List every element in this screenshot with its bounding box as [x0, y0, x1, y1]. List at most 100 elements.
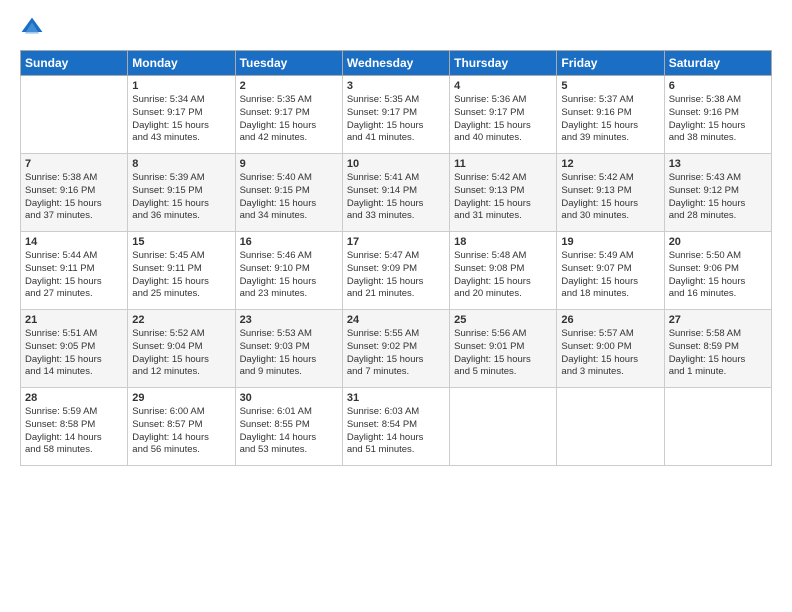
day-cell: 18 Sunrise: 5:48 AM Sunset: 9:08 PM Dayli… [450, 232, 557, 310]
day-number: 22 [132, 314, 230, 326]
day-info: Sunrise: 5:35 AM Sunset: 9:17 PM Dayligh… [347, 94, 445, 145]
day-cell: 17Sunrise: 5:47 AM Sunset: 9:09 PM Dayli… [342, 232, 449, 310]
day-number: 4 [454, 80, 552, 92]
header-row-days: SundayMondayTuesdayWednesdayThursdayFrid… [21, 51, 772, 76]
day-number: 7 [25, 158, 123, 170]
day-info: Sunrise: 5:55 AM Sunset: 9:02 PM Dayligh… [347, 328, 445, 379]
day-number: 26 [561, 314, 659, 326]
day-number: 19 [561, 236, 659, 248]
day-cell: 6Sunrise: 5:38 AM Sunset: 9:16 PM Daylig… [664, 76, 771, 154]
day-info: Sunrise: 5:42 AM Sunset: 9:13 PM Dayligh… [454, 172, 552, 223]
week-row-0: 1 Sunrise: 5:34 AM Sunset: 9:17 PM Daylig… [21, 76, 772, 154]
day-cell: 25 Sunrise: 5:56 AM Sunset: 9:01 PM Dayli… [450, 310, 557, 388]
day-cell: 27 Sunrise: 5:58 AM Sunset: 8:59 PM Dayli… [664, 310, 771, 388]
week-row-2: 14 Sunrise: 5:44 AM Sunset: 9:11 PM Dayli… [21, 232, 772, 310]
header-row [20, 16, 772, 40]
day-number: 13 [669, 158, 767, 170]
day-cell: 29 Sunrise: 6:00 AM Sunset: 8:57 PM Dayli… [128, 388, 235, 466]
day-info: Sunrise: 5:49 AM Sunset: 9:07 PM Dayligh… [561, 250, 659, 301]
week-row-1: 7 Sunrise: 5:38 AM Sunset: 9:16 PM Daylig… [21, 154, 772, 232]
header-wednesday: Wednesday [342, 51, 449, 76]
day-number: 15 [132, 236, 230, 248]
day-info: Sunrise: 5:46 AM Sunset: 9:10 PM Dayligh… [240, 250, 338, 301]
day-info: Sunrise: 5:58 AM Sunset: 8:59 PM Dayligh… [669, 328, 767, 379]
day-cell: 28Sunrise: 5:59 AM Sunset: 8:58 PM Dayli… [21, 388, 128, 466]
logo-icon [20, 16, 44, 40]
day-info: Sunrise: 6:03 AM Sunset: 8:54 PM Dayligh… [347, 406, 445, 457]
day-info: Sunrise: 5:44 AM Sunset: 9:11 PM Dayligh… [25, 250, 123, 301]
day-cell [450, 388, 557, 466]
day-info: Sunrise: 5:50 AM Sunset: 9:06 PM Dayligh… [669, 250, 767, 301]
day-number: 3 [347, 80, 445, 92]
day-cell: 3 Sunrise: 5:35 AM Sunset: 9:17 PM Daylig… [342, 76, 449, 154]
day-cell: 24 Sunrise: 5:55 AM Sunset: 9:02 PM Dayli… [342, 310, 449, 388]
day-cell: 20 Sunrise: 5:50 AM Sunset: 9:06 PM Dayli… [664, 232, 771, 310]
header-monday: Monday [128, 51, 235, 76]
day-number: 25 [454, 314, 552, 326]
header-saturday: Saturday [664, 51, 771, 76]
day-cell: 10 Sunrise: 5:41 AM Sunset: 9:14 PM Dayli… [342, 154, 449, 232]
day-cell: 22 Sunrise: 5:52 AM Sunset: 9:04 PM Dayli… [128, 310, 235, 388]
day-cell: 21Sunrise: 5:51 AM Sunset: 9:05 PM Dayli… [21, 310, 128, 388]
page-container: SundayMondayTuesdayWednesdayThursdayFrid… [0, 0, 792, 612]
day-info: Sunrise: 5:42 AM Sunset: 9:13 PM Dayligh… [561, 172, 659, 223]
day-cell: 1 Sunrise: 5:34 AM Sunset: 9:17 PM Daylig… [128, 76, 235, 154]
day-cell: 2 Sunrise: 5:35 AM Sunset: 9:17 PM Daylig… [235, 76, 342, 154]
day-cell: 9 Sunrise: 5:40 AM Sunset: 9:15 PM Daylig… [235, 154, 342, 232]
day-info: Sunrise: 5:56 AM Sunset: 9:01 PM Dayligh… [454, 328, 552, 379]
day-cell: 12Sunrise: 5:42 AM Sunset: 9:13 PM Dayli… [557, 154, 664, 232]
day-info: Sunrise: 5:38 AM Sunset: 9:16 PM Dayligh… [669, 94, 767, 145]
day-number: 21 [25, 314, 123, 326]
day-cell [21, 76, 128, 154]
day-info: Sunrise: 5:48 AM Sunset: 9:08 PM Dayligh… [454, 250, 552, 301]
day-info: Sunrise: 5:38 AM Sunset: 9:16 PM Dayligh… [25, 172, 123, 223]
day-info: Sunrise: 5:57 AM Sunset: 9:00 PM Dayligh… [561, 328, 659, 379]
day-cell: 4 Sunrise: 5:36 AM Sunset: 9:17 PM Daylig… [450, 76, 557, 154]
day-number: 10 [347, 158, 445, 170]
day-number: 27 [669, 314, 767, 326]
day-cell: 5Sunrise: 5:37 AM Sunset: 9:16 PM Daylig… [557, 76, 664, 154]
day-number: 1 [132, 80, 230, 92]
day-number: 30 [240, 392, 338, 404]
day-cell: 26 Sunrise: 5:57 AM Sunset: 9:00 PM Dayli… [557, 310, 664, 388]
day-number: 9 [240, 158, 338, 170]
day-number: 2 [240, 80, 338, 92]
day-info: Sunrise: 5:59 AM Sunset: 8:58 PM Dayligh… [25, 406, 123, 457]
logo [20, 16, 48, 40]
day-info: Sunrise: 5:36 AM Sunset: 9:17 PM Dayligh… [454, 94, 552, 145]
day-number: 16 [240, 236, 338, 248]
header-tuesday: Tuesday [235, 51, 342, 76]
header-sunday: Sunday [21, 51, 128, 76]
day-number: 31 [347, 392, 445, 404]
day-number: 11 [454, 158, 552, 170]
day-number: 29 [132, 392, 230, 404]
calendar-header: SundayMondayTuesdayWednesdayThursdayFrid… [21, 51, 772, 76]
day-cell: 15 Sunrise: 5:45 AM Sunset: 9:11 PM Dayli… [128, 232, 235, 310]
day-info: Sunrise: 5:35 AM Sunset: 9:17 PM Dayligh… [240, 94, 338, 145]
day-number: 24 [347, 314, 445, 326]
day-cell: 31 Sunrise: 6:03 AM Sunset: 8:54 PM Dayli… [342, 388, 449, 466]
day-cell: 11 Sunrise: 5:42 AM Sunset: 9:13 PM Dayli… [450, 154, 557, 232]
day-cell [557, 388, 664, 466]
day-number: 20 [669, 236, 767, 248]
header-friday: Friday [557, 51, 664, 76]
week-row-3: 21Sunrise: 5:51 AM Sunset: 9:05 PM Dayli… [21, 310, 772, 388]
day-info: Sunrise: 5:52 AM Sunset: 9:04 PM Dayligh… [132, 328, 230, 379]
day-info: Sunrise: 5:45 AM Sunset: 9:11 PM Dayligh… [132, 250, 230, 301]
calendar-table: SundayMondayTuesdayWednesdayThursdayFrid… [20, 50, 772, 466]
day-info: Sunrise: 5:39 AM Sunset: 9:15 PM Dayligh… [132, 172, 230, 223]
day-cell: 14 Sunrise: 5:44 AM Sunset: 9:11 PM Dayli… [21, 232, 128, 310]
header-thursday: Thursday [450, 51, 557, 76]
day-number: 18 [454, 236, 552, 248]
day-cell: 23Sunrise: 5:53 AM Sunset: 9:03 PM Dayli… [235, 310, 342, 388]
day-info: Sunrise: 6:00 AM Sunset: 8:57 PM Dayligh… [132, 406, 230, 457]
day-cell: 16 Sunrise: 5:46 AM Sunset: 9:10 PM Dayli… [235, 232, 342, 310]
day-cell: 8Sunrise: 5:39 AM Sunset: 9:15 PM Daylig… [128, 154, 235, 232]
day-number: 14 [25, 236, 123, 248]
day-info: Sunrise: 5:41 AM Sunset: 9:14 PM Dayligh… [347, 172, 445, 223]
day-info: Sunrise: 5:37 AM Sunset: 9:16 PM Dayligh… [561, 94, 659, 145]
day-info: Sunrise: 5:40 AM Sunset: 9:15 PM Dayligh… [240, 172, 338, 223]
day-info: Sunrise: 5:34 AM Sunset: 9:17 PM Dayligh… [132, 94, 230, 145]
day-cell: 7 Sunrise: 5:38 AM Sunset: 9:16 PM Daylig… [21, 154, 128, 232]
day-cell: 19 Sunrise: 5:49 AM Sunset: 9:07 PM Dayli… [557, 232, 664, 310]
